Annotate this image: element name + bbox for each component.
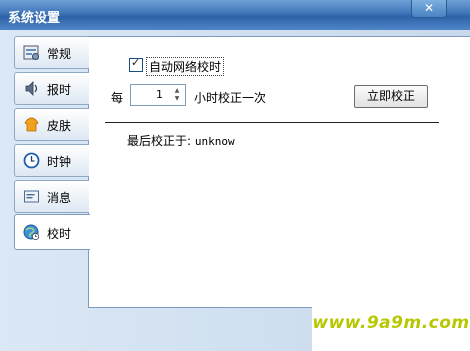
watermark: www.9a9m.com (312, 296, 470, 351)
tab-time-sync[interactable]: 校时 (14, 214, 90, 250)
window-title: 系统设置 (8, 11, 61, 26)
skin-icon (24, 117, 39, 132)
hours-label: 小时校正一次 (194, 91, 267, 105)
speaker-icon (25, 81, 38, 96)
tab-skin[interactable]: 皮肤 (14, 108, 89, 141)
title-bar[interactable]: 系统设置 ✕ (0, 0, 470, 30)
watermark-text: www.9a9m.com (312, 313, 470, 333)
hours-value[interactable]: 1 (156, 88, 163, 101)
tab-clock[interactable]: 时钟 (14, 144, 89, 177)
hours-stepper[interactable]: 1 ▲ ▼ (130, 84, 186, 106)
tab-label: 常规 (47, 47, 72, 61)
message-icon (24, 190, 39, 203)
last-sync-label: 最后校正于: (127, 134, 192, 148)
tab-label: 报时 (47, 83, 72, 97)
tab-label: 消息 (47, 191, 72, 205)
clock-icon (23, 152, 40, 169)
close-button[interactable]: ✕ (411, 0, 447, 18)
tab-message[interactable]: 消息 (14, 180, 89, 213)
auto-sync-checkbox[interactable] (129, 56, 143, 72)
time-sync-icon (23, 224, 40, 241)
calibrate-now-button[interactable]: 立即校正 (354, 85, 428, 108)
tab-label: 校时 (47, 227, 72, 241)
tab-label: 皮肤 (47, 119, 72, 133)
every-label: 每 (111, 91, 124, 105)
sync-panel: 自动网络校时 每 1 ▲▼ 小时校正一次 立即校正 最后校正于: unknow (88, 36, 470, 308)
last-sync-value: unknow (194, 135, 235, 148)
tab-general[interactable]: 常规 (14, 36, 89, 69)
last-sync-row: 最后校正于: unknow (127, 132, 235, 149)
tab-chime[interactable]: 报时 (14, 72, 89, 105)
divider (105, 122, 439, 123)
settings-window: 系统设置 ✕ 自动网络校时 每 1 ▲▼ 小时校正一次 立即校正 最后校正于: … (0, 0, 470, 351)
stepper-arrows-icon[interactable]: ▲ ▼ (171, 87, 183, 103)
general-settings-icon (23, 45, 39, 60)
tab-label: 时钟 (47, 155, 72, 169)
auto-sync-label[interactable]: 自动网络校时 (146, 57, 225, 76)
